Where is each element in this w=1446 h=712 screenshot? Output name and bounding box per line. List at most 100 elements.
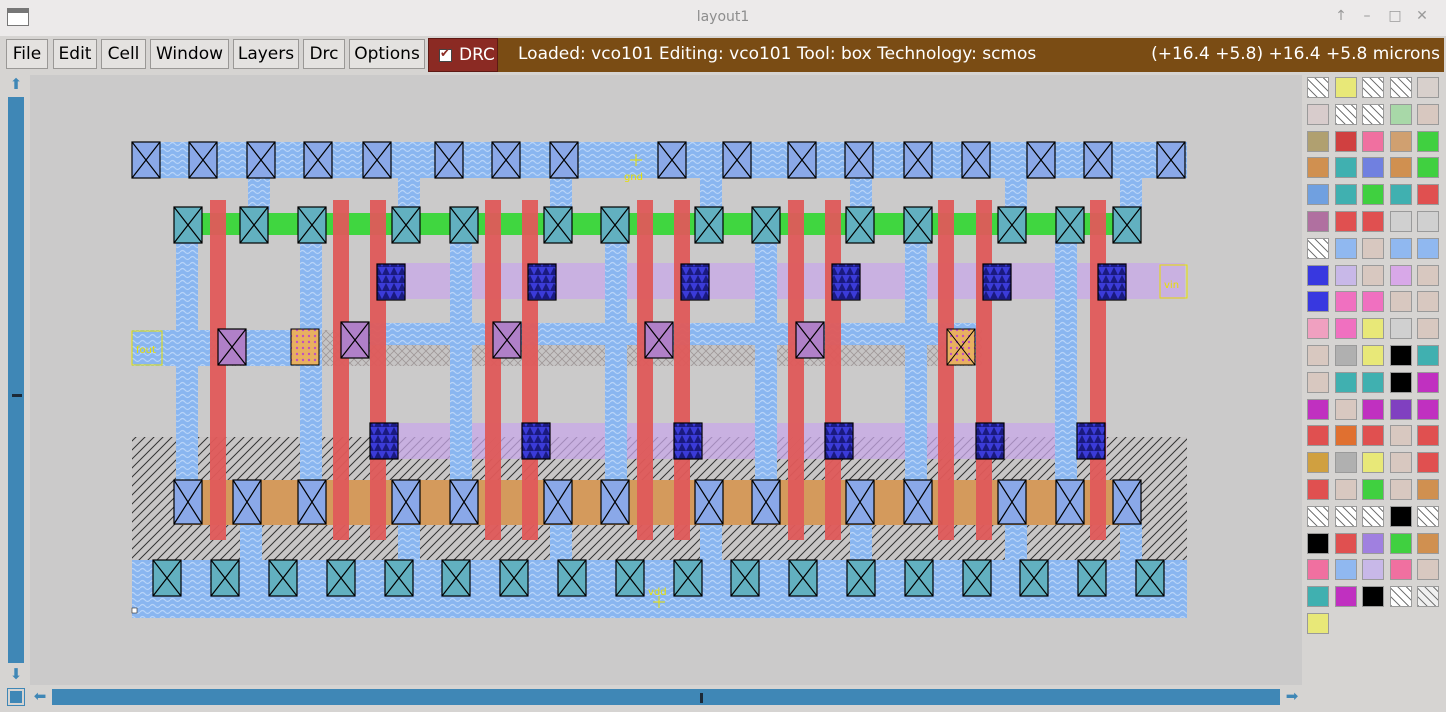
layer-swatch[interactable] [1307, 452, 1329, 474]
layer-swatch[interactable] [1417, 452, 1439, 474]
layout-canvas[interactable]: gnd vdd vin fout [30, 75, 1302, 685]
menu-cell[interactable]: Cell [101, 39, 146, 69]
layer-swatch[interactable] [1334, 184, 1357, 206]
layer-swatch[interactable] [1334, 398, 1357, 420]
layer-swatch[interactable] [1362, 184, 1384, 206]
scroll-up-icon[interactable]: ⬆ [6, 75, 26, 93]
layer-swatch[interactable] [1389, 425, 1412, 447]
layer-swatch[interactable] [1417, 157, 1439, 179]
layer-swatch[interactable] [1389, 532, 1412, 554]
scroll-down-icon[interactable]: ⬇ [6, 665, 26, 683]
layer-swatch[interactable] [1389, 291, 1412, 313]
layer-swatch[interactable] [1389, 505, 1412, 527]
scroll-left-icon[interactable]: ⬅ [30, 687, 50, 705]
layer-swatch[interactable] [1334, 77, 1357, 98]
layer-swatch[interactable] [1307, 425, 1329, 447]
layer-swatch[interactable] [1362, 345, 1384, 366]
vertical-scroll-thumb[interactable] [12, 394, 22, 397]
layer-swatch[interactable] [1417, 479, 1439, 500]
layer-swatch[interactable] [1389, 264, 1412, 286]
layer-swatch[interactable] [1362, 77, 1384, 98]
layer-swatch[interactable] [1334, 479, 1357, 500]
layer-swatch[interactable] [1334, 157, 1357, 179]
layer-swatch[interactable] [1417, 345, 1439, 366]
vertical-scrollbar[interactable]: ⬆ ⬇ [6, 75, 26, 685]
layer-swatch[interactable] [1362, 371, 1384, 393]
layer-swatch[interactable] [1307, 532, 1329, 554]
layer-swatch[interactable] [1417, 103, 1439, 125]
layer-swatch[interactable] [1307, 398, 1329, 420]
layer-swatch[interactable] [1307, 505, 1329, 527]
layer-swatch[interactable] [1362, 130, 1384, 152]
layer-swatch[interactable] [1362, 425, 1384, 447]
minimize-icon[interactable]: – [1357, 8, 1377, 24]
layer-swatch[interactable] [1334, 586, 1357, 608]
menu-edit[interactable]: Edit [53, 39, 97, 69]
layer-swatch[interactable] [1417, 211, 1439, 232]
layer-swatch[interactable] [1307, 264, 1329, 286]
layer-swatch[interactable] [1389, 452, 1412, 474]
layer-swatch[interactable] [1334, 345, 1357, 366]
layer-swatch[interactable] [1389, 130, 1412, 152]
layer-swatch[interactable] [1307, 291, 1329, 313]
layer-swatch[interactable] [1389, 345, 1412, 366]
layer-swatch[interactable] [1389, 103, 1412, 125]
horizontal-scrollbar[interactable]: ⬅ ➡ [30, 686, 1302, 708]
layer-swatch[interactable] [1389, 318, 1412, 340]
layer-swatch[interactable] [1334, 291, 1357, 313]
layer-swatch[interactable] [1417, 586, 1439, 608]
layer-swatch[interactable] [1334, 318, 1357, 340]
menu-window[interactable]: Window [150, 39, 229, 69]
layer-swatch[interactable] [1417, 559, 1439, 581]
layer-swatch[interactable] [1307, 211, 1329, 232]
layer-swatch[interactable] [1307, 130, 1329, 152]
layer-swatch[interactable] [1417, 264, 1439, 286]
menu-options[interactable]: Options [349, 39, 425, 69]
layer-swatch[interactable] [1417, 130, 1439, 152]
layer-swatch[interactable] [1307, 559, 1329, 581]
layer-swatch[interactable] [1307, 345, 1329, 366]
drc-checkbox-icon[interactable] [439, 46, 452, 62]
horizontal-scroll-thumb[interactable] [700, 693, 703, 703]
layer-swatch[interactable] [1389, 479, 1412, 500]
layer-swatch[interactable] [1389, 77, 1412, 98]
layer-swatch[interactable] [1307, 103, 1329, 125]
layer-swatch[interactable] [1334, 532, 1357, 554]
vertical-scroll-track[interactable] [8, 97, 24, 663]
layer-swatch[interactable] [1417, 318, 1439, 340]
layer-swatch[interactable] [1362, 291, 1384, 313]
layer-swatch[interactable] [1362, 398, 1384, 420]
layer-swatch[interactable] [1362, 586, 1384, 608]
layer-swatch[interactable] [1362, 559, 1384, 581]
layer-swatch[interactable] [1362, 157, 1384, 179]
layer-swatch[interactable] [1334, 211, 1357, 232]
layer-swatch[interactable] [1362, 211, 1384, 232]
layer-swatch[interactable] [1334, 425, 1357, 447]
layer-swatch[interactable] [1334, 505, 1357, 527]
layer-swatch[interactable] [1307, 157, 1329, 179]
layer-swatch[interactable] [1389, 398, 1412, 420]
layer-swatch[interactable] [1389, 211, 1412, 232]
layer-swatch[interactable] [1389, 237, 1412, 259]
menu-file[interactable]: File [6, 39, 48, 69]
close-icon[interactable]: ✕ [1412, 8, 1432, 24]
layer-swatch[interactable] [1389, 184, 1412, 206]
layer-swatch[interactable] [1389, 586, 1412, 608]
menu-drc[interactable]: Drc [303, 39, 345, 69]
layer-swatch[interactable] [1334, 452, 1357, 474]
maximize-icon[interactable]: □ [1385, 8, 1405, 24]
layer-swatch[interactable] [1307, 77, 1329, 98]
layer-swatch[interactable] [1307, 237, 1329, 259]
layer-swatch[interactable] [1334, 371, 1357, 393]
layer-swatch[interactable] [1417, 237, 1439, 259]
zoom-fit-icon[interactable] [7, 688, 25, 706]
layer-swatch[interactable] [1362, 479, 1384, 500]
layer-swatch[interactable] [1334, 559, 1357, 581]
scroll-right-icon[interactable]: ➡ [1282, 687, 1302, 705]
layer-swatch[interactable] [1417, 371, 1439, 393]
raise-window-icon[interactable]: ↑ [1331, 8, 1351, 24]
layer-swatch[interactable] [1307, 586, 1329, 608]
layer-swatch[interactable] [1389, 559, 1412, 581]
layer-swatch[interactable] [1307, 184, 1329, 206]
layer-swatch[interactable] [1417, 398, 1439, 420]
